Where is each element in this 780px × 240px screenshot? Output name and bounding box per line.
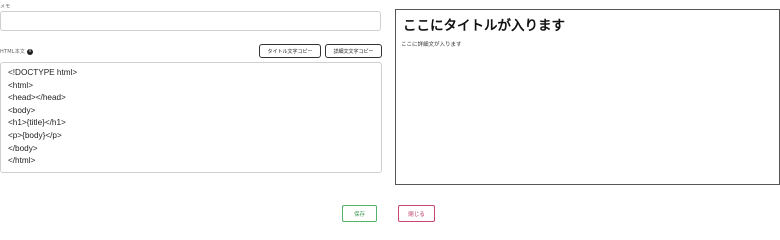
code-line: <p>{body}</p> xyxy=(8,130,62,140)
html-body-editor[interactable]: <!DOCTYPE html> <html> <head></head> <bo… xyxy=(0,62,382,173)
code-line: <html> xyxy=(8,80,34,90)
code-line: </body> xyxy=(8,143,38,153)
code-line: <body> xyxy=(8,105,36,115)
code-line: <h1>{title}</h1> xyxy=(8,118,66,128)
save-button[interactable]: 保存 xyxy=(342,205,377,222)
html-body-label: HTML本文 i xyxy=(0,48,34,55)
code-line: <!DOCTYPE html> xyxy=(8,68,78,77)
preview-pane: ここにタイトルが入ります ここに詳細文が入ります xyxy=(395,9,780,185)
preview-title: ここにタイトルが入ります xyxy=(403,18,565,34)
copy-title-button[interactable]: タイトル文字コピー xyxy=(259,44,321,58)
close-button[interactable]: 閉じる xyxy=(398,205,435,222)
info-icon[interactable]: i xyxy=(27,48,34,55)
html-body-label-text: HTML本文 xyxy=(0,49,26,55)
code-line: <head></head> xyxy=(8,93,66,103)
code-line: </html> xyxy=(8,156,36,166)
preview-body: ここに詳細文が入ります xyxy=(401,42,462,48)
memo-input[interactable] xyxy=(0,11,381,31)
copy-detail-button[interactable]: 詳細文文字コピー xyxy=(325,44,382,58)
memo-label: メモ xyxy=(0,4,11,10)
